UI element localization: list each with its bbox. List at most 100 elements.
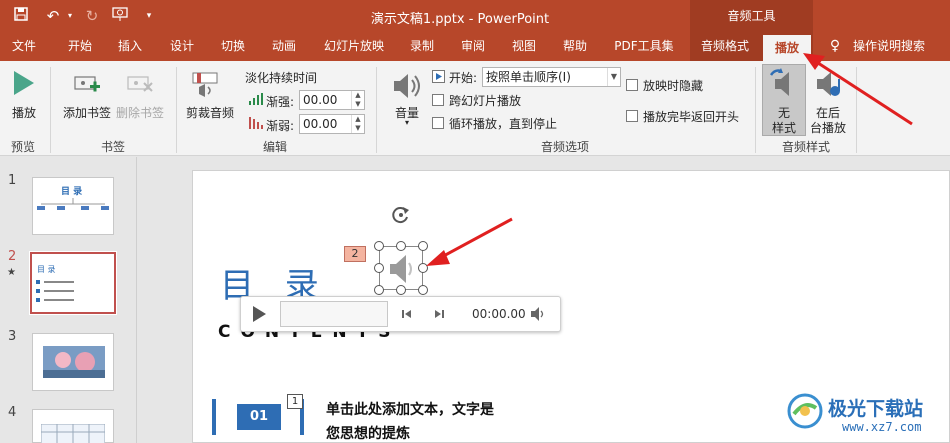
tell-me-search[interactable]: 操作说明搜索 <box>846 32 932 61</box>
play-in-background-label-line2[interactable]: 台播放 <box>806 119 850 136</box>
slide-thumbnail-4[interactable] <box>32 409 114 443</box>
remove-bookmark-icon <box>125 72 155 98</box>
loop-label[interactable]: 循环播放，直到停止 <box>449 115 557 132</box>
watermark-url: www.xz7.com <box>842 420 922 434</box>
trim-audio-button[interactable]: 剪裁音频 <box>184 104 236 121</box>
tab-transitions[interactable]: 切换 <box>209 32 257 61</box>
group-separator <box>50 67 51 153</box>
rotate-handle-icon[interactable] <box>390 204 412 226</box>
thumb2-lines <box>36 280 74 302</box>
item-text-line1[interactable]: 单击此处添加文本，文字是 <box>326 399 494 419</box>
add-bookmark-icon[interactable] <box>72 72 102 98</box>
resize-handle[interactable] <box>418 285 428 295</box>
save-icon[interactable] <box>10 6 32 26</box>
tab-animations[interactable]: 动画 <box>260 32 308 61</box>
hide-during-show-label[interactable]: 放映时隐藏 <box>643 77 703 94</box>
resize-handle[interactable] <box>418 263 428 273</box>
redo-icon[interactable]: ↻ <box>82 6 102 26</box>
player-forward-icon[interactable] <box>432 307 446 321</box>
slide-number: 3 <box>8 329 17 344</box>
player-volume-icon[interactable] <box>529 306 547 322</box>
group-separator <box>176 67 177 153</box>
play-icon[interactable] <box>10 69 38 99</box>
edit-group-label: 编辑 <box>262 140 287 154</box>
hide-during-show-checkbox[interactable] <box>626 79 638 91</box>
slide-number: 2 <box>8 249 17 264</box>
item-animation-tag: 1 <box>287 394 303 409</box>
undo-icon[interactable]: ↶ <box>42 6 64 26</box>
start-label: 开始: <box>449 71 478 85</box>
fade-in-label: 渐强: <box>266 95 295 109</box>
watermark-logo-icon <box>786 392 824 430</box>
audio-options-group-label: 音频选项 <box>540 140 589 154</box>
player-play-icon[interactable] <box>250 305 268 323</box>
resize-handle[interactable] <box>374 263 384 273</box>
slide-thumbnail-1[interactable]: 目 录 <box>32 177 114 235</box>
bookmark-group-label: 书签 <box>100 140 125 154</box>
slide-thumbnail-2[interactable]: 目 录 <box>29 251 117 315</box>
resize-handle[interactable] <box>418 241 428 251</box>
item-text-line2[interactable]: 您思想的提炼 <box>326 423 410 443</box>
speaker-icon[interactable] <box>384 252 418 286</box>
thumb2-title: 目 录 <box>37 265 56 274</box>
tab-audio-format[interactable]: 音频格式 <box>693 32 757 61</box>
slideshow-from-start-icon[interactable] <box>110 6 132 26</box>
item-left-bracket <box>212 399 216 435</box>
play-button[interactable]: 播放 <box>4 104 44 121</box>
fade-duration-label: 淡化持续时间 <box>245 71 318 85</box>
volume-icon[interactable] <box>390 70 424 102</box>
play-across-slides-checkbox[interactable] <box>432 94 444 106</box>
fade-in-spinner[interactable]: ▲ ▼ <box>351 91 364 109</box>
chevron-down-icon[interactable]: ▼ <box>607 68 620 86</box>
remove-bookmark-button: 删除书签 <box>115 106 164 120</box>
thumb4-table <box>41 424 105 443</box>
start-icon <box>432 70 445 83</box>
player-progress-bar[interactable] <box>280 301 388 327</box>
tab-home[interactable]: 开始 <box>56 32 104 61</box>
lightbulb-icon: ♀ <box>829 38 841 54</box>
tab-review[interactable]: 审阅 <box>449 32 497 61</box>
rewind-label[interactable]: 播放完毕返回开头 <box>643 108 739 125</box>
tab-playback[interactable]: 播放 <box>763 35 811 61</box>
watermark-brand: 极光下载站 <box>828 398 924 420</box>
player-back-icon[interactable] <box>400 307 414 321</box>
loop-checkbox[interactable] <box>432 117 444 129</box>
play-in-background-icon[interactable] <box>811 67 845 101</box>
fade-out-spinner[interactable]: ▲ ▼ <box>351 115 364 133</box>
trim-audio-icon[interactable] <box>191 69 227 101</box>
play-across-slides-label[interactable]: 跨幻灯片播放 <box>449 92 521 109</box>
no-style-label-line2: 样式 <box>771 121 796 135</box>
thumb1-diagram <box>37 198 109 210</box>
resize-handle[interactable] <box>396 285 406 295</box>
group-separator <box>755 67 756 153</box>
fade-in-input[interactable]: 00.00 ▲ ▼ <box>299 90 365 110</box>
slide-number: 4 <box>8 405 17 420</box>
tab-help[interactable]: 帮助 <box>551 32 599 61</box>
undo-dropdown-icon[interactable]: ▾ <box>64 6 76 26</box>
animation-order-tag: 2 <box>344 246 366 262</box>
tab-pdf-tools[interactable]: PDF工具集 <box>608 32 680 61</box>
slide-thumbnail-3[interactable] <box>32 333 114 391</box>
thumb1-title: 目 录 <box>61 187 83 197</box>
resize-handle[interactable] <box>374 285 384 295</box>
tab-view[interactable]: 视图 <box>500 32 548 61</box>
title-bar: ↶ ▾ ↻ ▾ 演示文稿1.pptx - PowerPoint 音频工具 <box>0 0 950 32</box>
audio-tools-group-label: 音频工具 <box>690 0 813 32</box>
start-dropdown[interactable]: 按照单击顺序(I) ▼ <box>482 67 621 87</box>
fade-out-input[interactable]: 00.00 ▲ ▼ <box>299 114 365 134</box>
tab-design[interactable]: 设计 <box>158 32 206 61</box>
rewind-checkbox[interactable] <box>626 110 638 122</box>
resize-handle[interactable] <box>374 241 384 251</box>
no-style-icon <box>767 67 801 101</box>
tab-insert[interactable]: 插入 <box>106 32 154 61</box>
resize-handle[interactable] <box>396 241 406 251</box>
fade-out-label: 渐弱: <box>266 119 295 133</box>
audio-styles-group-label: 音频样式 <box>781 140 830 154</box>
volume-dropdown-icon[interactable]: ▾ <box>400 118 414 127</box>
tab-file[interactable]: 文件 <box>0 32 48 61</box>
add-bookmark-button[interactable]: 添加书签 <box>61 104 113 121</box>
item-number-badge[interactable]: 01 <box>237 404 281 430</box>
customize-qat-icon[interactable]: ▾ <box>142 6 156 26</box>
tab-record[interactable]: 录制 <box>398 32 446 61</box>
tab-slideshow[interactable]: 幻灯片放映 <box>318 32 390 61</box>
